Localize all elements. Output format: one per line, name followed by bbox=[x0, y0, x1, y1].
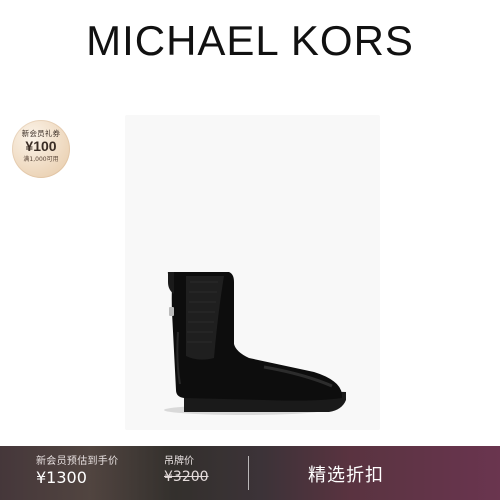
price-bottom-bar[interactable]: 新会员预估到手价 ¥1300 吊牌价 ¥3200 精选折扣 bbox=[0, 446, 500, 500]
coupon-condition: 满1,000可用 bbox=[23, 156, 59, 163]
brand-header: MICHAEL KORS bbox=[86, 17, 414, 64]
pull-tab bbox=[167, 272, 174, 294]
list-price-value: ¥3200 bbox=[164, 469, 209, 485]
logo-hardware bbox=[169, 307, 174, 316]
list-price-label: 吊牌价 bbox=[164, 456, 194, 467]
member-price-value: ¥1300 bbox=[36, 468, 87, 487]
ankle-boot-icon bbox=[164, 272, 346, 415]
coupon-title: 新会员礼券 bbox=[21, 129, 61, 138]
price-divider bbox=[248, 456, 249, 490]
new-member-coupon[interactable]: 新会员礼券 ¥100 满1,000可用 bbox=[12, 120, 70, 178]
promo-label[interactable]: 精选折扣 bbox=[308, 461, 384, 487]
member-price-label: 新会员预估到手价 bbox=[36, 456, 119, 467]
coupon-amount: ¥100 bbox=[25, 138, 57, 154]
